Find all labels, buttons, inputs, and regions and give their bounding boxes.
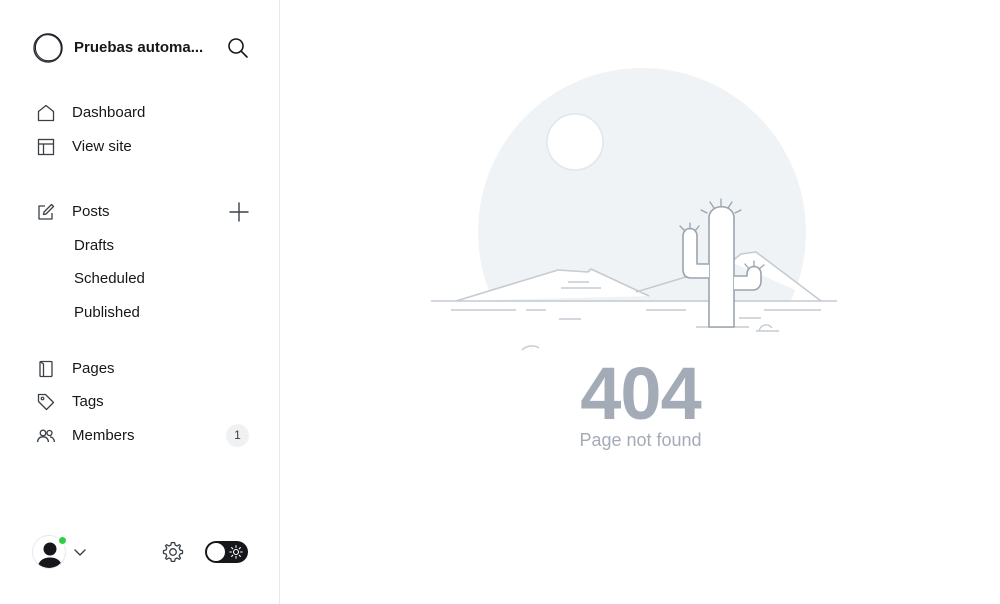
nav-tags[interactable]: Tags [36,389,250,415]
nav-scheduled-label: Scheduled [74,270,145,287]
pencil-icon [38,203,55,220]
nav-pages-label: Pages [72,360,115,377]
error-code: 404 [580,352,701,435]
members-icon [36,429,56,443]
error-message: Page not found [579,430,702,450]
nav-pages[interactable]: Pages [36,356,250,382]
nav-published[interactable]: Published [74,301,244,325]
desert-cactus-illustration [431,68,841,356]
add-post-button[interactable] [228,201,250,223]
page-icon [39,360,53,378]
online-status-dot [57,535,68,546]
main-content: 404 Page not found [281,0,1000,604]
nav-dashboard-label: Dashboard [72,104,146,121]
nav-members[interactable]: Members [36,423,250,449]
gear-icon[interactable] [161,540,185,564]
site-brand[interactable]: Pruebas automa... [32,32,252,64]
sun-icon [229,545,243,559]
tag-icon [37,393,55,411]
theme-toggle-knob [207,543,225,561]
members-count-badge: 1 [226,424,249,447]
nav-published-label: Published [74,304,140,321]
site-title: Pruebas automa... [74,39,204,56]
home-icon [37,104,55,122]
nav-dashboard[interactable]: Dashboard [36,100,250,126]
nav-members-label: Members [72,427,135,444]
sidebar: Pruebas automa... Dashboard View site Po… [0,0,280,604]
nav-drafts-label: Drafts [74,237,115,254]
nav-tags-label: Tags [72,393,104,410]
nav-scheduled[interactable]: Scheduled [74,267,244,291]
search-icon[interactable] [226,36,250,60]
layout-icon [37,138,55,156]
nav-view-site[interactable]: View site [36,134,250,160]
nav-posts-label: Posts [72,203,110,220]
nav-view-site-label: View site [72,138,132,155]
theme-toggle[interactable] [205,541,248,563]
chevron-down-icon[interactable] [72,544,88,560]
site-logo-icon [33,33,63,63]
nav-posts[interactable]: Posts [36,199,250,225]
nav-drafts[interactable]: Drafts [74,234,244,258]
